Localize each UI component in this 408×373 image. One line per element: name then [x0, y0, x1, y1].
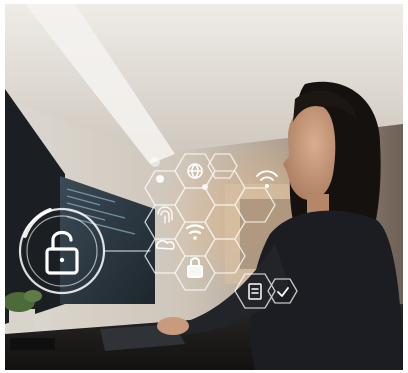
phone — [10, 338, 55, 350]
glow-dot — [156, 175, 164, 183]
photo — [5, 4, 403, 370]
photo-svg — [5, 4, 403, 370]
hand — [157, 317, 189, 335]
glow-dot — [150, 157, 160, 167]
glow-dot — [202, 184, 208, 190]
